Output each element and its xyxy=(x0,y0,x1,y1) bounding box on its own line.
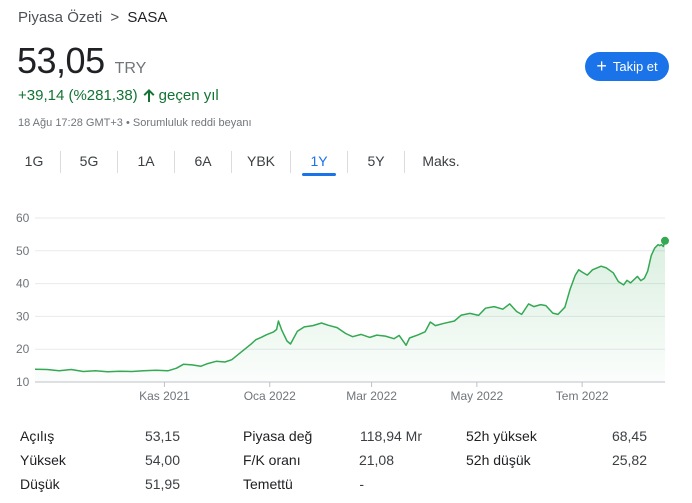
x-tick-label: Tem 2022 xyxy=(556,389,609,403)
x-tick-label: Oca 2022 xyxy=(244,389,296,403)
tab-1m[interactable]: 1A xyxy=(118,148,174,178)
tab-5y[interactable]: 5Y xyxy=(348,148,404,178)
stat-52w-low-value: 25,82 xyxy=(611,452,647,468)
tab-1y[interactable]: 1Y xyxy=(302,148,336,178)
stat-low-value: 51,95 xyxy=(144,476,180,492)
breadcrumb-current-ticker: SASA xyxy=(127,9,168,26)
price-chart[interactable]: 10 20 30 40 50 60 Kas 2021 Oca 2022 Mar 2022 May … xyxy=(0,200,692,410)
stat-open-label: Açılış xyxy=(20,428,55,444)
x-tick-label: May 2022 xyxy=(451,389,504,403)
y-tick-label: 30 xyxy=(16,309,30,323)
y-tick-label: 50 xyxy=(16,244,30,258)
tab-label: 6A xyxy=(194,153,212,169)
y-tick-label: 20 xyxy=(16,342,30,356)
stat-pe-ratio-label: F/K oranı xyxy=(243,452,301,468)
stat-open-value: 53,15 xyxy=(144,428,180,444)
tab-label: YBK xyxy=(246,153,275,169)
tab-ytd[interactable]: YBK xyxy=(232,148,290,178)
breadcrumb-separator: > xyxy=(110,9,120,26)
y-tick-label: 60 xyxy=(16,211,30,225)
quote-timestamp: 18 Ağu 17:28 GMT+3 xyxy=(18,117,123,129)
stat-high-label: Yüksek xyxy=(20,452,66,468)
tab-1d[interactable]: 1G xyxy=(8,148,60,178)
follow-button[interactable]: + Takip et xyxy=(585,52,669,81)
stat-dividend-value: - xyxy=(359,476,364,492)
tab-divider xyxy=(290,151,291,173)
tab-label: 5G xyxy=(79,153,99,169)
range-tabs: 1G 5G 1A 6A YBK 1Y 5Y Maks. xyxy=(8,148,477,178)
disclaimer-link[interactable]: Sorumluluk reddi beyanı xyxy=(133,117,252,129)
tab-label: 1A xyxy=(137,153,155,169)
tab-6m[interactable]: 6A xyxy=(175,148,231,178)
current-price: 53,05 xyxy=(17,40,105,81)
quote-meta: 18 Ağu 17:28 GMT+3 • Sorumluluk reddi be… xyxy=(18,117,252,129)
price-area-fill xyxy=(35,240,665,382)
x-tick-label: Kas 2021 xyxy=(139,389,190,403)
meta-bullet: • xyxy=(125,117,130,129)
stat-high-value: 54,00 xyxy=(144,452,180,468)
follow-button-label: Takip et xyxy=(612,59,658,74)
x-tick-label: Mar 2022 xyxy=(346,389,397,403)
change-period: geçen yıl xyxy=(158,87,219,104)
price-change: +39,14 (%281,38) xyxy=(18,87,138,104)
y-tick-label: 40 xyxy=(16,277,30,291)
stat-52w-high-value: 68,45 xyxy=(611,428,647,444)
breadcrumb-market-summary-link[interactable]: Piyasa Özeti xyxy=(18,9,102,26)
stat-dividend-label: Temettü xyxy=(243,476,293,492)
stat-pe-ratio-value: 21,08 xyxy=(358,452,394,468)
tab-5d[interactable]: 5G xyxy=(61,148,117,178)
tab-label: 1G xyxy=(24,153,44,169)
price-chart-svg[interactable]: 10 20 30 40 50 60 Kas 2021 Oca 2022 Mar 2022 May … xyxy=(0,200,692,410)
tab-label: 1Y xyxy=(310,153,328,169)
price-change-row: +39,14 (%281,38) geçen yıl xyxy=(18,87,219,104)
arrow-up-icon xyxy=(143,89,155,102)
tab-max[interactable]: Maks. xyxy=(405,148,477,178)
last-price-marker xyxy=(661,236,669,245)
key-stats: Açılış 53,15 Yüksek 54,00 Düşük 51,95 Pi… xyxy=(0,424,692,499)
tab-label: Maks. xyxy=(422,153,460,169)
breadcrumb: Piyasa Özeti > SASA xyxy=(18,9,167,26)
currency-code: TRY xyxy=(114,60,147,77)
stat-low-label: Düşük xyxy=(20,476,60,492)
price-row: 53,05 TRY xyxy=(17,40,146,82)
stat-market-cap-label: Piyasa değ xyxy=(243,428,313,444)
tab-label: 5Y xyxy=(367,153,385,169)
y-tick-label: 10 xyxy=(16,375,30,389)
plus-icon: + xyxy=(596,56,607,76)
stat-52w-high-label: 52h yüksek xyxy=(466,428,537,444)
stat-52w-low-label: 52h düşük xyxy=(466,452,531,468)
stat-market-cap-value: 118,94 Mr xyxy=(360,428,422,444)
